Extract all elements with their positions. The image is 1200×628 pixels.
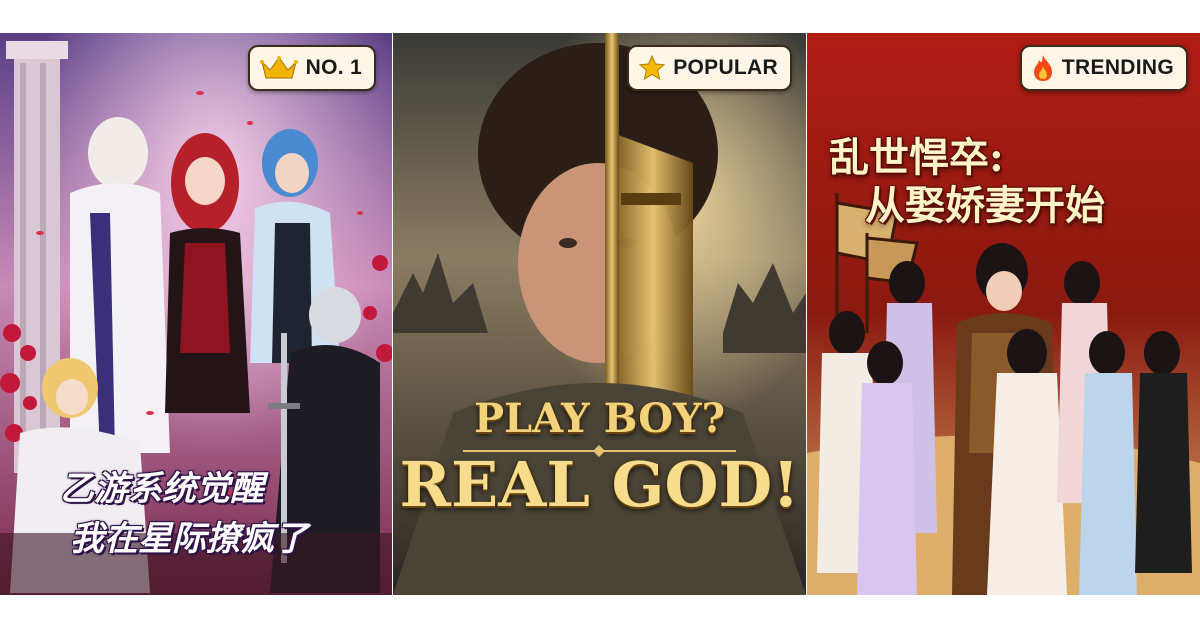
poster-artwork: [807, 33, 1200, 595]
rank-badge: NO. 1: [247, 45, 376, 91]
badge-label: TRENDING: [1061, 56, 1174, 79]
poster-title-line-1: PLAY BOY?: [473, 395, 726, 442]
popular-badge: POPULAR: [627, 45, 792, 91]
poster-title-line-1: 乙游系统觉醒: [60, 469, 264, 509]
poster-popular[interactable]: POPULAR PLAY BOY? REAL GOD!: [393, 33, 806, 595]
badge-label: NO. 1: [305, 56, 362, 79]
poster-title-line-2: 我在星际撩疯了: [70, 519, 308, 559]
poster-title-line-2: REAL GOD!: [399, 448, 800, 521]
poster-title-line-2: 从娶娇妻开始: [865, 182, 1105, 229]
poster-no1[interactable]: NO. 1 乙游系统觉醒 我在星际撩疯了: [0, 33, 392, 595]
trending-badge: TRENDING: [1019, 45, 1188, 91]
star-icon: [639, 55, 666, 81]
poster-trending[interactable]: TRENDING 乱世悍卒: 从娶娇妻开始: [807, 33, 1200, 595]
fire-icon: [1032, 54, 1054, 82]
crown-icon: [259, 56, 298, 80]
badge-label: POPULAR: [673, 56, 778, 79]
